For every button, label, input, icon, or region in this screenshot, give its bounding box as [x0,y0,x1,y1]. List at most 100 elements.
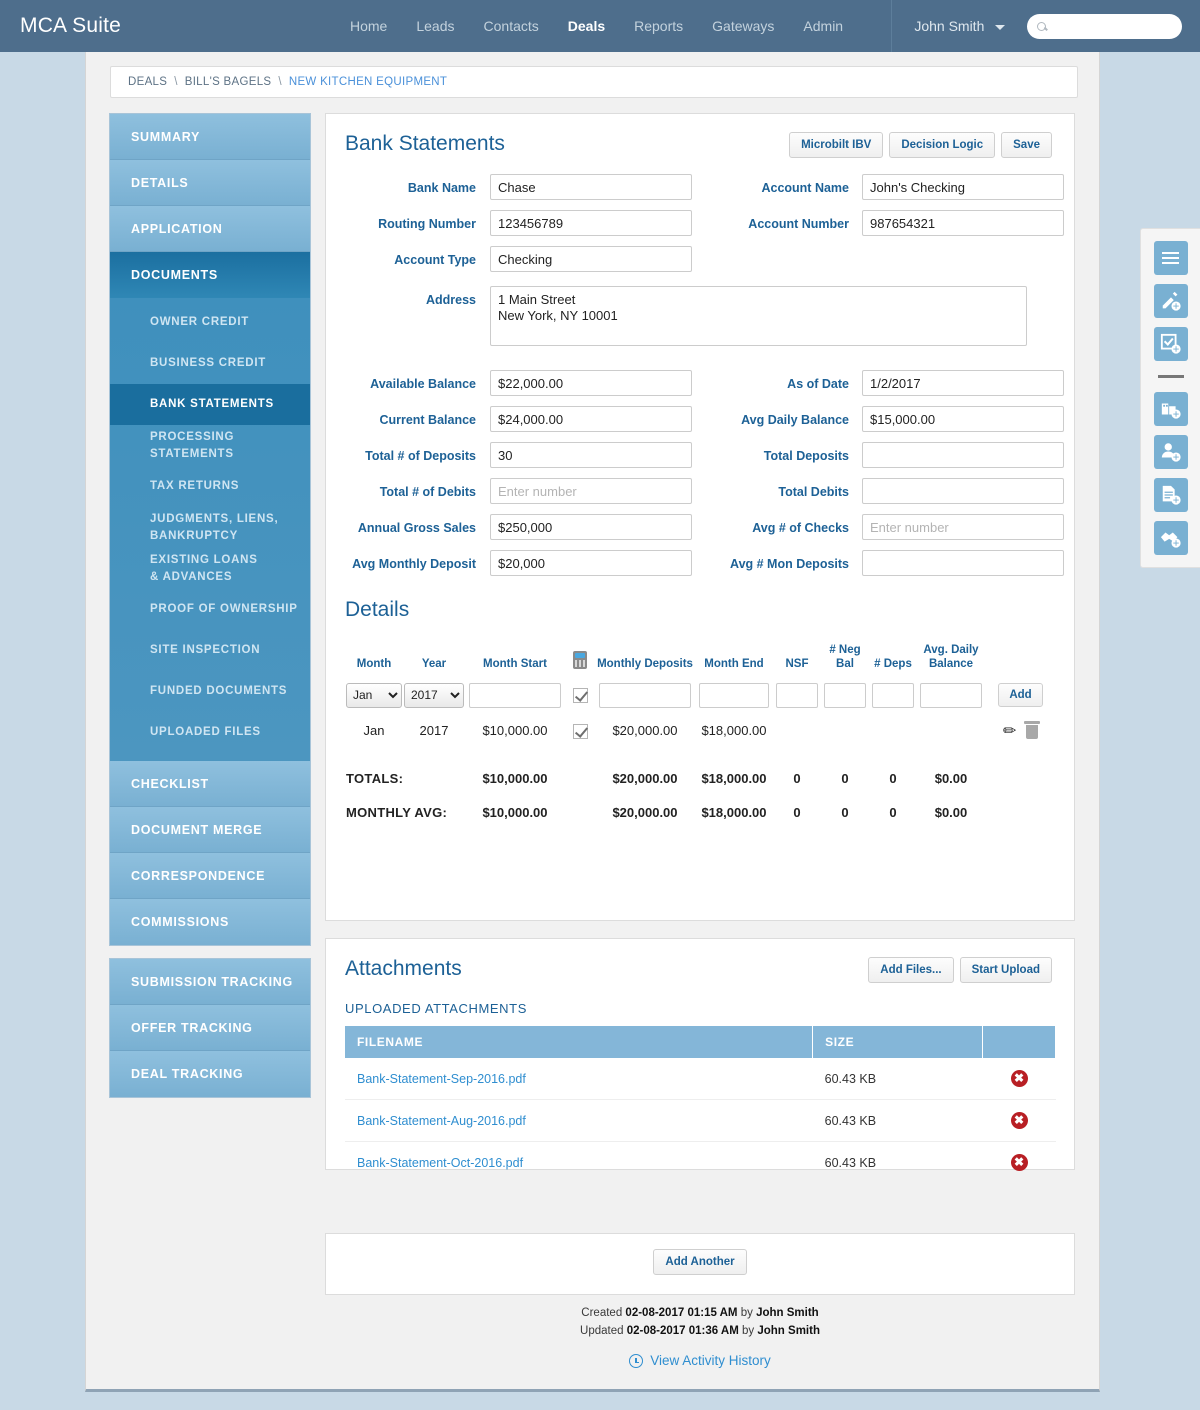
sidebar-item-uploaded-files[interactable]: UPLOADED FILES [110,712,310,753]
record-meta: Created 02-08-2017 01:15 AM by John Smit… [325,1305,1075,1372]
top-navigation-bar: MCA Suite Home Leads Contacts Deals Repo… [0,0,1200,52]
attachment-filename-link[interactable]: Bank-Statement-Sep-2016.pdf [357,1072,526,1086]
sidebar-item-existing-loans-advances[interactable]: EXISTING LOANS & ADVANCES [110,548,310,589]
delete-icon[interactable] [1024,721,1041,740]
avg-daily-balance-input[interactable] [862,406,1064,432]
current-balance-input[interactable] [490,406,692,432]
year-select[interactable]: 2017 [404,682,464,708]
menu-icon[interactable] [1153,241,1188,275]
breadcrumb-company[interactable]: BILL'S BAGELS [185,76,272,88]
decision-logic-button[interactable]: Decision Logic [889,132,996,158]
sidebar-item-deal-tracking[interactable]: DEAL TRACKING [110,1051,310,1097]
view-activity-history-link[interactable]: View Activity History [325,1351,1075,1372]
sidebar-item-details[interactable]: DETAILS [110,160,310,206]
sidebar-item-document-merge[interactable]: DOCUMENT MERGE [110,807,310,853]
avg-monthly-deposits: $20,000.00 [612,804,678,820]
sidebar-item-bank-statements[interactable]: BANK STATEMENTS [110,384,310,425]
cell-neg-bal [821,709,869,753]
nav-item-home[interactable]: Home [350,18,387,34]
remove-attachment-icon[interactable]: ✖ [1010,1070,1028,1087]
sidebar-item-tax-returns[interactable]: TAX RETURNS [110,466,310,507]
sidebar-item-summary[interactable]: SUMMARY [110,114,310,160]
sidebar-item-submission-tracking[interactable]: SUBMISSION TRACKING [110,959,310,1005]
month-end-input[interactable] [699,682,769,708]
available-balance-input[interactable] [490,370,692,396]
remove-attachment-icon[interactable]: ✖ [1010,1154,1028,1171]
sidebar-group-primary: SUMMARY DETAILS APPLICATION DOCUMENTS OW… [109,113,311,946]
entry-checkbox[interactable] [572,688,588,704]
add-row-button[interactable]: Add [998,683,1043,708]
add-task-icon[interactable] [1153,327,1188,361]
add-company-icon[interactable] [1153,392,1188,426]
breadcrumb-deals[interactable]: DEALS [128,76,167,88]
sidebar-item-business-credit[interactable]: BUSINESS CREDIT [110,343,310,384]
total-debits-input[interactable] [862,478,1064,504]
sidebar-item-correspondence[interactable]: CORRESPONDENCE [110,853,310,899]
nsf-input[interactable] [776,682,818,708]
account-number-input[interactable] [862,210,1064,236]
add-files-button[interactable]: Add Files... [868,957,954,983]
as-of-date-input[interactable] [862,370,1064,396]
avg-monthly-deposit-input[interactable] [490,550,692,576]
attachments-actions: Add Files... Start Upload [868,957,1052,983]
month-start-input[interactable] [469,682,561,708]
sidebar-item-commissions[interactable]: COMMISSIONS [110,899,310,945]
avg-num-checks-input[interactable] [862,514,1064,540]
sidebar-item-documents[interactable]: DOCUMENTS [110,252,310,298]
sidebar-item-processing-statements[interactable]: PROCESSING STATEMENTS [110,425,310,466]
attachment-size: 60.43 KB [824,1155,877,1170]
sidebar-item-application[interactable]: APPLICATION [110,206,310,252]
neg-bal-input[interactable] [824,682,866,708]
deps-input[interactable] [872,682,914,708]
account-type-input[interactable] [490,246,692,272]
annual-gross-sales-input[interactable] [490,514,692,540]
total-deposits-input[interactable] [862,442,1064,468]
remove-attachment-icon[interactable]: ✖ [1010,1112,1028,1129]
bank-name-input[interactable] [490,174,692,200]
address-label: Address [425,293,476,307]
total-num-deposits-label: Total # of Deposits [365,449,476,463]
avg-daily-balance-row-input[interactable] [920,682,982,708]
month-select[interactable]: Jan [346,682,402,708]
add-another-button[interactable]: Add Another [653,1249,747,1275]
sidebar-item-judgments-liens-bankruptcy[interactable]: JUDGMENTS, LIENS, BANKRUPTCY [110,507,310,548]
address-textarea[interactable]: 1 Main Street New York, NY 10001 [490,286,1027,346]
add-deal-icon[interactable] [1153,521,1188,555]
sidebar-item-funded-documents[interactable]: FUNDED DOCUMENTS [110,671,310,712]
col-avg-daily-line1: Avg. Daily [923,644,979,656]
uploaded-attachments-subtitle: UPLOADED ATTACHMENTS [345,1001,527,1016]
attachment-filename-link[interactable]: Bank-Statement-Aug-2016.pdf [357,1114,526,1128]
nav-item-leads[interactable]: Leads [416,18,454,34]
breadcrumb-current[interactable]: NEW KITCHEN EQUIPMENT [289,76,447,88]
microbilt-ibv-button[interactable]: Microbilt IBV [789,132,884,158]
sidebar-item-checklist[interactable]: CHECKLIST [110,761,310,807]
sidebar-item-owner-credit[interactable]: OWNER CREDIT [110,302,310,343]
avg-num-mon-deposits-input[interactable] [862,550,1064,576]
cell-month-end: $18,000.00 [701,723,767,739]
account-name-input[interactable] [862,174,1064,200]
add-document-icon[interactable] [1153,478,1188,512]
nav-item-deals[interactable]: Deals [568,18,605,34]
col-year: Year [421,658,447,671]
nav-item-reports[interactable]: Reports [634,18,683,34]
main-nav-links: Home Leads Contacts Deals Reports Gatewa… [350,18,843,34]
total-num-debits-input[interactable] [490,478,692,504]
sidebar-item-offer-tracking[interactable]: OFFER TRACKING [110,1005,310,1051]
start-upload-button[interactable]: Start Upload [959,957,1052,983]
routing-number-input[interactable] [490,210,692,236]
sidebar-item-site-inspection[interactable]: SITE INSPECTION [110,630,310,671]
global-search[interactable] [1027,13,1182,39]
edit-icon[interactable]: ✏ [1003,723,1016,740]
sidebar-item-proof-of-ownership[interactable]: PROOF OF OWNERSHIP [110,589,310,630]
add-contact-icon[interactable] [1153,435,1188,469]
total-num-deposits-input[interactable] [490,442,692,468]
user-menu[interactable]: John Smith [914,18,1005,34]
nav-item-admin[interactable]: Admin [803,18,843,34]
avg-nsf: 0 [793,804,801,820]
add-note-icon[interactable] [1153,284,1188,318]
attachment-filename-link[interactable]: Bank-Statement-Oct-2016.pdf [357,1156,523,1170]
save-button[interactable]: Save [1001,132,1052,158]
monthly-deposits-input[interactable] [599,682,691,708]
nav-item-gateways[interactable]: Gateways [712,18,774,34]
nav-item-contacts[interactable]: Contacts [484,18,539,34]
